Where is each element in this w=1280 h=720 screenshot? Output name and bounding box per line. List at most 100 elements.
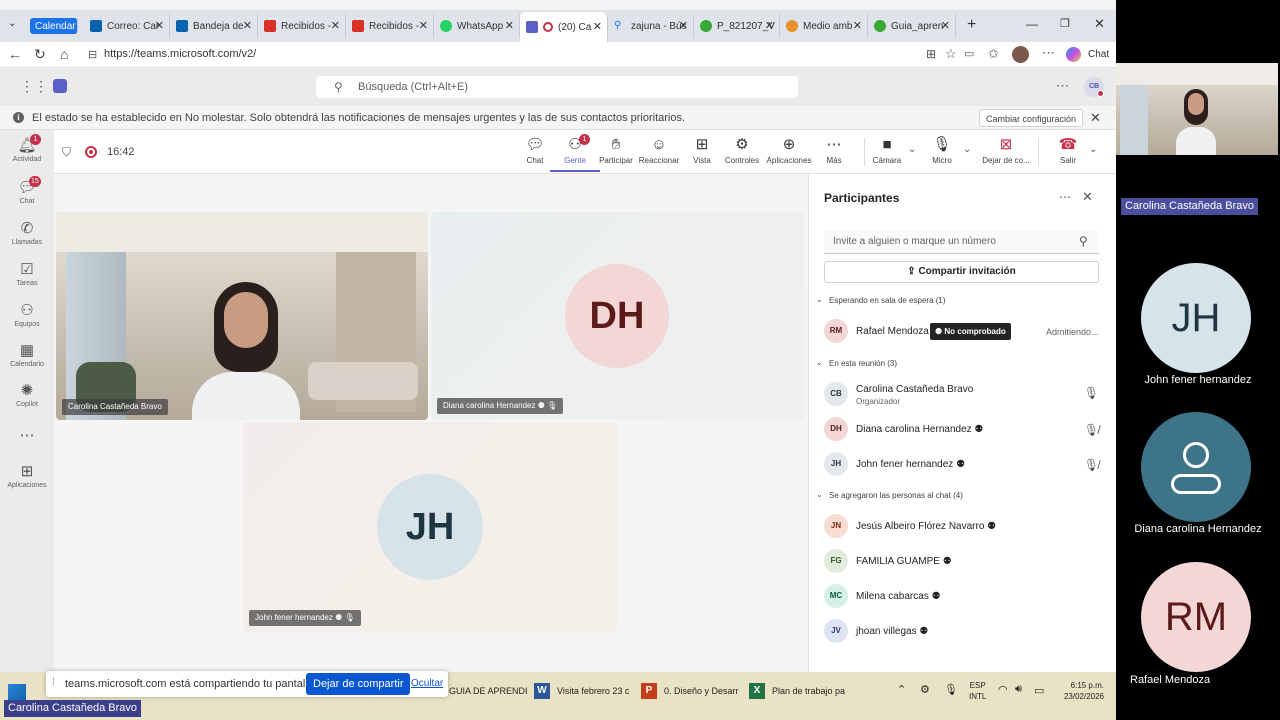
apps-button[interactable]: ⊕ Aplicaciones <box>763 136 815 165</box>
tab-zajuna[interactable]: ⚲ zajuna - Bús ✕ <box>608 14 694 38</box>
tab-calendar[interactable]: Calendar <box>30 18 78 34</box>
favorite-icon[interactable]: ☆ <box>945 46 957 62</box>
rail-apps[interactable]: ⊞ Aplicaciones <box>0 462 54 489</box>
leave-button[interactable]: ☎︎ Salir <box>1043 136 1093 165</box>
new-tab-icon[interactable]: + <box>967 16 976 34</box>
lobby-header[interactable]: Esperando en sala de espera (1) <box>829 296 946 305</box>
more-icon[interactable]: ⋯ <box>1042 45 1055 61</box>
taskbar-item-plan[interactable]: Plan de trabajo pa <box>772 686 845 696</box>
tray-mic-icon[interactable]: 🎙︎ <box>944 683 958 696</box>
chat-people-chevron-icon[interactable]: ⌄ <box>816 490 823 499</box>
more-button[interactable]: ⋯ Más <box>809 136 859 165</box>
invite-input[interactable]: Invite a alguien o marque un número ⚲ <box>824 230 1099 254</box>
rail-teams[interactable]: ⚇ Equipos <box>0 301 54 328</box>
input-language[interactable]: ESP INTL <box>969 680 986 702</box>
back-icon[interactable]: ← <box>8 46 22 62</box>
search-input[interactable]: ⚲ Búsqueda (Ctrl+Alt+E) <box>316 76 798 98</box>
meeting-chevron-icon[interactable]: ⌄ <box>816 358 823 367</box>
battery-icon[interactable]: ▭ <box>1034 684 1044 697</box>
close-tab-icon[interactable]: ✕ <box>243 19 252 32</box>
avatar-rm-large[interactable]: RM <box>1141 562 1251 672</box>
rail-chat[interactable]: 💬︎ 15 Chat <box>0 176 54 205</box>
settings-more-icon[interactable]: ⋯ <box>1056 78 1069 94</box>
close-tab-icon[interactable]: ✕ <box>679 19 688 32</box>
change-settings-button[interactable]: Cambiar configuración <box>979 109 1084 127</box>
rail-copilot[interactable]: ✺ Copilot <box>0 381 54 408</box>
rail-tasks[interactable]: ☑ Tareas <box>0 260 54 287</box>
avatar-diana-large[interactable] <box>1141 412 1251 522</box>
tab-recibidos-2[interactable]: Recibidos - ✕ <box>346 14 434 38</box>
maximize-icon[interactable]: ❐ <box>1060 17 1070 30</box>
rail-calls[interactable]: ✆ Llamadas <box>0 219 54 246</box>
chat-person-row[interactable]: JV jhoan villegas ⚉ <box>809 617 1116 647</box>
camera-button[interactable]: ■ Cámara <box>862 136 912 165</box>
taskbar-item-guia[interactable]: GUIA DE APRENDI <box>449 686 528 696</box>
close-notification-icon[interactable]: ✕ <box>1090 106 1101 130</box>
share-invite-button[interactable]: ⇪ Compartir invitación <box>824 261 1099 283</box>
chat-people-header[interactable]: Se agregaron las personas al chat (4) <box>829 491 963 500</box>
close-tab-icon[interactable]: ✕ <box>331 19 340 32</box>
close-tab-icon[interactable]: ✕ <box>505 19 514 32</box>
leave-options-chevron-icon[interactable]: ⌄ <box>1089 144 1097 155</box>
url-field[interactable]: https://teams.microsoft.com/v2/ <box>104 48 256 60</box>
hide-share-bar-link[interactable]: Ocultar <box>411 678 443 689</box>
tab-bandeja[interactable]: Bandeja de ✕ <box>170 14 258 38</box>
system-clock[interactable]: 6:15 p.m. 23/02/2026 <box>1056 680 1104 702</box>
tab-teams[interactable]: (20) Ca ✕ <box>520 12 608 42</box>
tray-app-icon[interactable]: ⚙︎ <box>920 683 930 696</box>
tab-guia[interactable]: Guia_apren ✕ <box>868 14 956 38</box>
stop-sharing-button[interactable]: Dejar de compartir <box>306 673 411 695</box>
video-tile-diana[interactable]: DH Diana carolina Hernandez ⚉ 🎙︎ <box>431 212 804 420</box>
lobby-participant-row[interactable]: RM Rafael Mendoza ⚉ No comprobado Admiti… <box>809 317 1116 347</box>
apps-icon[interactable]: ⊞ <box>926 47 936 61</box>
chat-person-row[interactable]: FG FAMILIA GUAMPE ⚉ <box>809 547 1116 577</box>
in-meeting-header[interactable]: En esta reunión (3) <box>829 359 897 368</box>
chat-person-row[interactable]: MC Milena cabarcas ⚉ <box>809 582 1116 612</box>
mic-on-icon[interactable]: 🎙︎ <box>1084 386 1099 400</box>
close-tab-icon[interactable]: ✕ <box>853 19 862 32</box>
close-tab-icon[interactable]: ✕ <box>941 19 950 32</box>
tab-correo[interactable]: Correo: Car ✕ <box>84 14 170 38</box>
site-info-icon[interactable]: ⊟ <box>88 48 97 61</box>
stop-sharing-button[interactable]: ⊠ Dejar de co... <box>978 136 1034 165</box>
participant-row[interactable]: CB Carolina Castañeda Bravo Organizador … <box>809 380 1116 410</box>
camera-options-chevron-icon[interactable]: ⌄ <box>908 144 916 155</box>
close-tab-icon[interactable]: ✕ <box>419 19 428 32</box>
copilot-chat-label[interactable]: Chat <box>1088 49 1109 60</box>
volume-icon[interactable]: 🔊︎ <box>1015 683 1022 696</box>
mic-button[interactable]: 🎙︎ Micro <box>917 136 967 165</box>
rail-activity[interactable]: 🔔︎ 1 Actividad <box>0 134 54 163</box>
close-tab-icon[interactable]: ✕ <box>765 19 774 32</box>
minimize-icon[interactable]: — <box>1026 17 1038 31</box>
tab-recibidos-1[interactable]: Recibidos - ✕ <box>258 14 346 38</box>
lobby-chevron-icon[interactable]: ⌄ <box>816 295 823 304</box>
favorites-bar-icon[interactable]: ✩ <box>988 46 999 62</box>
close-tab-icon[interactable]: ✕ <box>155 19 164 32</box>
shield-icon[interactable]: ⛉ <box>62 145 71 160</box>
mic-options-chevron-icon[interactable]: ⌄ <box>963 144 971 155</box>
mic-off-icon[interactable]: 🎙︎̸ <box>1084 458 1099 472</box>
video-tile-john[interactable]: JH John fener hernandez ⚉ 🎙︎ <box>243 422 617 632</box>
rail-more[interactable]: ⋯ <box>0 426 54 446</box>
media-icon[interactable]: ▭ <box>964 47 974 60</box>
copilot-icon[interactable] <box>1066 47 1081 62</box>
home-icon[interactable]: ⌂ <box>60 46 68 62</box>
wifi-icon[interactable]: ◠ <box>998 683 1008 696</box>
refresh-icon[interactable]: ↻ <box>34 46 46 63</box>
taskbar-item-diseno[interactable]: 0. Diseño y Desarr <box>664 686 739 696</box>
tab-whatsapp[interactable]: WhatsApp ✕ <box>434 14 520 38</box>
participant-row[interactable]: DH Diana carolina Hernandez ⚉ 🎙︎̸ <box>809 415 1116 445</box>
close-window-icon[interactable]: ✕ <box>1094 16 1105 32</box>
avatar-jh-large[interactable]: JH <box>1141 263 1251 373</box>
taskbar-item-visita[interactable]: Visita febrero 23 c <box>557 686 629 696</box>
participant-row[interactable]: JH John fener hernandez ⚉ 🎙︎̸ <box>809 450 1116 480</box>
profile-avatar[interactable] <box>1012 46 1029 63</box>
tab-list-icon[interactable]: ⌄ <box>8 18 16 29</box>
close-tab-icon[interactable]: ✕ <box>593 20 602 33</box>
controls-button[interactable]: ⚙︎ Controles <box>717 136 767 165</box>
drag-handle-icon[interactable]: ⁞ <box>52 677 55 688</box>
tab-p821207[interactable]: P_821207_V ✕ <box>694 14 780 38</box>
close-panel-icon[interactable]: ✕ <box>1082 189 1093 205</box>
self-video-tile[interactable] <box>1116 63 1278 155</box>
video-tile-carolina[interactable]: Carolina Castañeda Bravo <box>56 212 428 420</box>
